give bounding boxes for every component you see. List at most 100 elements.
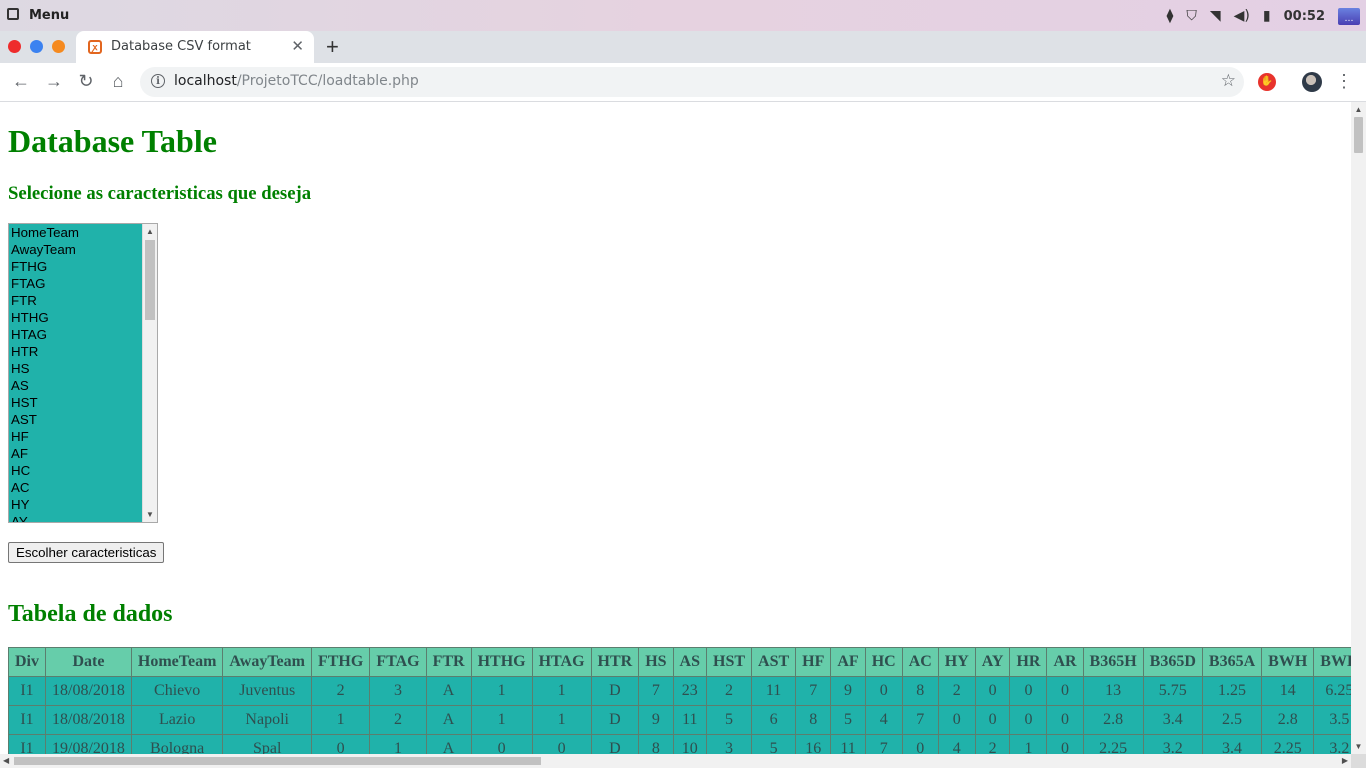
table-cell: 2 [705, 676, 753, 706]
column-header: HTR [590, 647, 640, 677]
profile-avatar[interactable] [1302, 72, 1322, 92]
menu-icon[interactable] [7, 8, 19, 20]
minimize-window-button[interactable] [30, 40, 43, 53]
choose-features-button[interactable]: Escolher caracteristicas [8, 542, 165, 563]
table-cell: Spal [222, 734, 312, 754]
table-cell: 0 [531, 734, 592, 754]
page-scroll-up-icon[interactable]: ▲ [1351, 105, 1366, 114]
column-header: HS [638, 647, 674, 677]
table-cell: 2 [937, 676, 976, 706]
wifi-icon[interactable]: ◥ [1210, 8, 1221, 24]
url-text[interactable]: localhost/ProjetoTCC/loadtable.php [174, 73, 419, 89]
browser-tab-strip: ꭗ Database CSV format ✕ + [0, 31, 1366, 63]
close-window-button[interactable] [8, 40, 21, 53]
feature-option[interactable]: HST [9, 394, 157, 411]
table-cell: 0 [310, 734, 371, 754]
bookmark-star-icon[interactable]: ☆ [1221, 71, 1236, 91]
data-table-title: Tabela de dados [8, 601, 173, 627]
page-scroll-down-icon[interactable]: ▼ [1351, 742, 1366, 751]
feature-option[interactable]: HTAG [9, 326, 157, 343]
listbox-scrollbar[interactable]: ▲ ▼ [142, 224, 157, 522]
feature-option[interactable]: HS [9, 360, 157, 377]
page-scroll-left-icon[interactable]: ◀ [3, 756, 9, 765]
feature-option[interactable]: HomeTeam [9, 224, 157, 241]
feature-option[interactable]: AY [9, 513, 157, 522]
column-header: HF [795, 647, 832, 677]
workspace-switcher-icon[interactable]: … [1338, 7, 1360, 25]
feature-option[interactable]: AST [9, 411, 157, 428]
browser-menu-icon[interactable]: ⋮ [1335, 71, 1353, 92]
feature-option[interactable]: HC [9, 462, 157, 479]
new-tab-icon[interactable]: + [326, 34, 339, 60]
shield-icon[interactable]: ⛉ [1186, 8, 1197, 24]
table-cell: 0 [901, 734, 939, 754]
listbox-scroll-thumb[interactable] [145, 240, 155, 320]
column-header: AR [1046, 647, 1084, 677]
table-cell: 11 [672, 705, 708, 735]
feature-option[interactable]: FTR [9, 292, 157, 309]
column-header: HY [937, 647, 976, 677]
feature-option[interactable]: AwayTeam [9, 241, 157, 258]
scrollbar-corner [1351, 754, 1366, 768]
page-horizontal-scroll-thumb[interactable] [14, 757, 541, 765]
feature-option[interactable]: HY [9, 496, 157, 513]
table-row: I1 18/08/2018 Chievo Juventus 2 3 A 1 1 D 7 23 2 11 7 9… [8, 676, 1351, 706]
column-header: AF [830, 647, 866, 677]
page-vertical-scrollbar[interactable]: ▲ ▼ [1351, 102, 1366, 754]
table-cell: 1 [531, 676, 592, 706]
table-cell: I1 [8, 676, 46, 706]
column-header: FTAG [369, 647, 427, 677]
scroll-down-icon[interactable]: ▼ [143, 510, 157, 519]
dropbox-icon[interactable]: ⧫ [1166, 8, 1173, 24]
maximize-window-button[interactable] [52, 40, 65, 53]
address-bar[interactable]: i localhost/ProjetoTCC/loadtable.php ☆ [140, 67, 1244, 97]
column-header: Date [45, 647, 132, 677]
column-header: BWD [1313, 647, 1351, 677]
table-cell: 0 [974, 705, 1011, 735]
feature-option[interactable]: HF [9, 428, 157, 445]
column-header: BWH [1261, 647, 1315, 677]
table-cell: 8 [795, 705, 832, 735]
table-cell: 7 [638, 676, 674, 706]
back-icon[interactable]: ← [10, 71, 32, 92]
clock[interactable]: 00:52 [1284, 9, 1325, 24]
adblock-extension-icon[interactable]: ✋ [1258, 73, 1276, 91]
feature-option[interactable]: AC [9, 479, 157, 496]
feature-option[interactable]: FTAG [9, 275, 157, 292]
feature-option[interactable]: HTR [9, 343, 157, 360]
feature-option[interactable]: HTHG [9, 309, 157, 326]
battery-icon[interactable]: ▮ [1263, 8, 1271, 24]
feature-option[interactable]: FTHG [9, 258, 157, 275]
reload-icon[interactable]: ↻ [75, 71, 97, 92]
table-cell: 1 [369, 734, 427, 754]
features-multiselect[interactable]: HomeTeam AwayTeam FTHG FTAG FTR HTHG HTAG HTR HS… [8, 223, 158, 523]
table-cell: 1.25 [1201, 676, 1263, 706]
close-tab-icon[interactable]: ✕ [291, 37, 304, 55]
table-cell: 9 [638, 705, 674, 735]
table-cell: 1 [531, 705, 592, 735]
browser-tab[interactable]: ꭗ Database CSV format ✕ [76, 31, 314, 63]
os-menu-button[interactable]: Menu [29, 8, 69, 23]
page-scroll-right-icon[interactable]: ▶ [1342, 756, 1348, 765]
feature-option[interactable]: AF [9, 445, 157, 462]
table-cell: 14 [1261, 676, 1315, 706]
table-cell: D [590, 734, 640, 754]
feature-option[interactable]: AS [9, 377, 157, 394]
column-header: AS [672, 647, 708, 677]
page-vertical-scroll-thumb[interactable] [1354, 117, 1363, 153]
table-cell: A [425, 705, 472, 735]
site-info-icon[interactable]: i [151, 74, 165, 88]
column-header: HC [864, 647, 903, 677]
table-cell: 3 [369, 676, 427, 706]
column-header: FTHG [310, 647, 371, 677]
forward-icon[interactable]: → [43, 71, 65, 92]
table-cell: 23 [672, 676, 708, 706]
table-cell: 3.5 [1313, 705, 1351, 735]
table-cell: Napoli [222, 705, 312, 735]
table-cell: 0 [864, 676, 903, 706]
table-cell: Chievo [130, 676, 224, 706]
page-horizontal-scrollbar[interactable]: ◀ ▶ [0, 754, 1351, 768]
scroll-up-icon[interactable]: ▲ [143, 227, 157, 236]
home-icon[interactable]: ⌂ [107, 71, 129, 92]
volume-icon[interactable]: ◀) [1234, 8, 1250, 24]
